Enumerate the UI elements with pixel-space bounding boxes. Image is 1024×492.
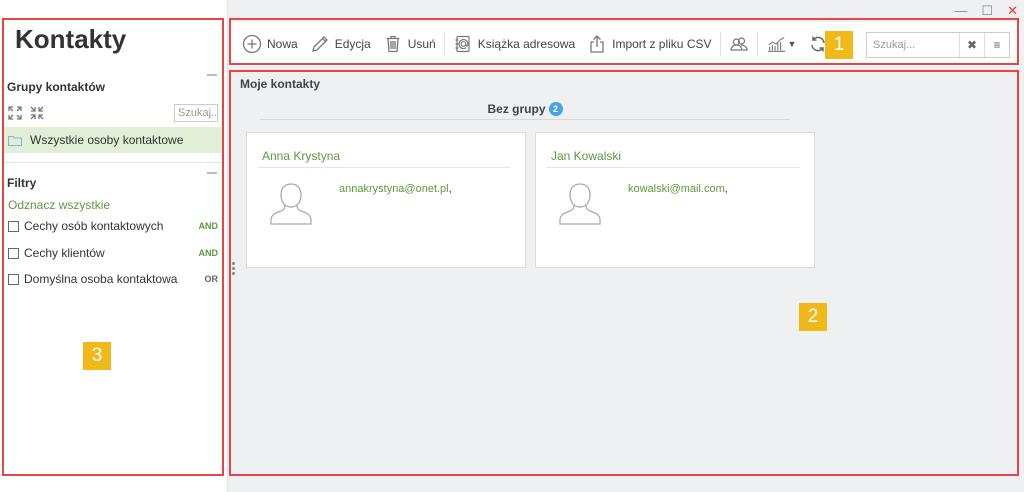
addressbook-label: Książka adresowa [477, 37, 576, 51]
expand-all-icon[interactable] [8, 106, 22, 120]
group-name: Bez grupy [487, 102, 546, 116]
chevron-down-icon: ▼ [787, 39, 797, 49]
menu-icon[interactable]: ≡ [984, 33, 1009, 57]
users-button[interactable] [723, 29, 755, 59]
filter-client-traits[interactable]: Cechy klientów AND [8, 246, 218, 260]
contact-name[interactable]: Jan Kowalski [551, 149, 621, 163]
addressbook-button[interactable]: Książka adresowa [447, 29, 581, 59]
window-controls: — ☐ ✕ [954, 3, 1018, 19]
trash-icon [386, 35, 400, 53]
main-panel: Moje kontakty Bez grupy 2 Anna Krystyna a… [230, 72, 1020, 474]
import-csv-button[interactable]: Import z pliku CSV [581, 29, 717, 59]
annotation-label-3: 3 [83, 342, 111, 370]
filter-label: Domyślna osoba kontaktowa [24, 272, 178, 286]
contact-email[interactable]: kowalski@mail.com [628, 183, 725, 195]
chart-dropdown-button[interactable]: ▼ [760, 29, 803, 59]
minimize-button[interactable]: — [954, 3, 967, 19]
filter-operator: AND [198, 221, 219, 231]
group-divider [260, 119, 790, 120]
contact-card[interactable]: Anna Krystyna annakrystyna@onet.pl, [246, 132, 526, 268]
page-title: Kontakty [15, 24, 127, 54]
import-label: Import z pliku CSV [612, 37, 712, 51]
filter-operator: AND [198, 248, 219, 258]
groups-collapse-button[interactable] [207, 74, 217, 76]
card-divider [257, 167, 511, 168]
maximize-button[interactable]: ☐ [981, 3, 993, 19]
contact-email-line: annakrystyna@onet.pl, [339, 183, 452, 195]
groups-section-title: Grupy kontaktów [7, 80, 106, 94]
checkbox[interactable] [8, 247, 19, 259]
divider [2, 162, 224, 163]
group-item-label: Wszystkie osoby kontaktowe [30, 133, 184, 147]
annotation-label-2: 2 [799, 303, 827, 331]
contact-email-line: kowalski@mail.com, [628, 183, 728, 195]
edit-label: Edycja [334, 37, 371, 51]
contact-card[interactable]: Jan Kowalski kowalski@mail.com, [535, 132, 815, 268]
avatar-icon [270, 183, 312, 225]
group-item-all[interactable]: Wszystkie osoby kontaktowe [2, 127, 224, 153]
users-icon [729, 37, 748, 51]
filter-default-contact[interactable]: Domyślna osoba kontaktowa OR [8, 272, 218, 286]
filter-contact-traits[interactable]: Cechy osób kontaktowych AND [8, 219, 218, 233]
group-count-badge: 2 [548, 102, 563, 116]
search-input[interactable]: Szukaj... [867, 39, 959, 51]
checkbox[interactable] [8, 220, 19, 232]
contact-email[interactable]: annakrystyna@onet.pl [339, 183, 449, 195]
pencil-icon [311, 36, 328, 52]
toolbar: Nowa Edycja Usuń Książka adresowa Import… [230, 22, 1020, 66]
clear-search-icon[interactable]: ✖ [959, 33, 984, 57]
delete-button[interactable]: Usuń [377, 29, 442, 59]
group-header: Bez grupy 2 [260, 102, 790, 116]
filter-label: Cechy osób kontaktowych [24, 219, 164, 233]
close-button[interactable]: ✕ [1007, 3, 1018, 19]
chart-icon [767, 37, 785, 52]
card-divider [546, 167, 800, 168]
upload-icon [590, 35, 604, 53]
filters-section-title: Filtry [7, 176, 37, 190]
toolbar-divider [443, 32, 445, 56]
sidebar: Kontakty Grupy kontaktów Szukaj... Wszys… [0, 0, 228, 492]
filter-operator: OR [204, 274, 219, 284]
plus-circle-icon [242, 34, 262, 54]
email-separator: , [724, 183, 728, 195]
delete-label: Usuń [407, 37, 436, 51]
main-title: Moje kontakty [240, 77, 321, 91]
clear-all-link[interactable]: Odznacz wszystkie [8, 198, 110, 212]
address-book-icon [455, 35, 470, 53]
groups-search-input[interactable]: Szukaj... [174, 104, 218, 122]
groups-tools [8, 106, 44, 120]
new-label: Nowa [267, 37, 298, 51]
checkbox[interactable] [8, 273, 19, 285]
annotation-label-1: 1 [825, 31, 853, 59]
filter-label: Cechy klientów [24, 246, 105, 260]
panel-resize-handle[interactable] [232, 262, 235, 275]
email-separator: , [448, 183, 452, 195]
toolbar-divider [719, 32, 721, 56]
collapse-all-icon[interactable] [30, 106, 44, 120]
edit-button[interactable]: Edycja [304, 29, 377, 59]
toolbar-divider [756, 32, 758, 56]
contact-name[interactable]: Anna Krystyna [262, 149, 340, 163]
filters-collapse-button[interactable] [207, 172, 217, 174]
new-button[interactable]: Nowa [236, 29, 304, 59]
avatar-icon [559, 183, 601, 225]
search-field: Szukaj... ✖ ≡ [866, 32, 1010, 58]
folder-icon [8, 135, 22, 146]
